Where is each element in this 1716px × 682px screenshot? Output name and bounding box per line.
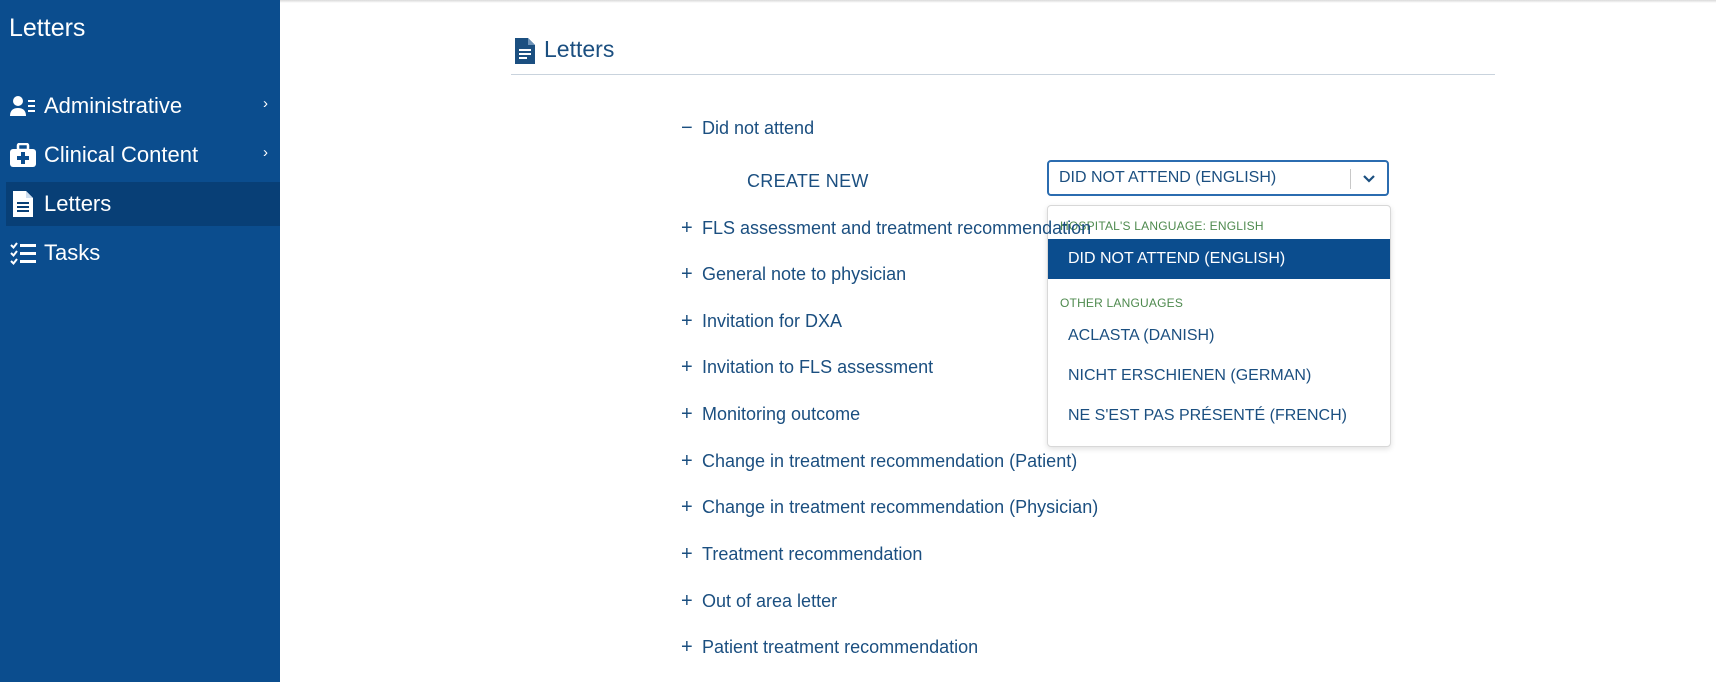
letter-group[interactable]: + Change in treatment recommendation (Ph… bbox=[681, 494, 1098, 520]
expand-toggle[interactable]: + bbox=[681, 217, 701, 240]
expand-toggle[interactable]: + bbox=[681, 543, 701, 566]
checklist-icon bbox=[10, 240, 36, 266]
app-title: Letters bbox=[9, 14, 86, 42]
letter-group[interactable]: + Treatment recommendation bbox=[681, 541, 922, 567]
letter-group-label: Out of area letter bbox=[702, 590, 838, 611]
language-template-select[interactable]: DID NOT ATTEND (ENGLISH) bbox=[1047, 160, 1389, 196]
dropdown-option[interactable]: DID NOT ATTEND (ENGLISH) bbox=[1048, 239, 1390, 279]
page-header: Letters bbox=[511, 32, 1495, 75]
expand-toggle[interactable]: + bbox=[681, 310, 701, 333]
document-icon bbox=[515, 38, 535, 69]
letter-group[interactable]: + Invitation to FLS assessment bbox=[681, 354, 933, 380]
sidebar-item-administrative[interactable]: Administrative › bbox=[0, 84, 280, 128]
sidebar-item-label: Clinical Content bbox=[44, 142, 199, 167]
letter-group[interactable]: + Patient treatment recommendation bbox=[681, 634, 978, 660]
letter-group[interactable]: + Monitoring outcome bbox=[681, 401, 860, 427]
dropdown-option[interactable]: NICHT ERSCHIENEN (GERMAN) bbox=[1048, 356, 1390, 396]
letter-group-label: Monitoring outcome bbox=[702, 403, 861, 424]
sidebar-item-label: Letters bbox=[44, 191, 112, 216]
sidebar-item-tasks[interactable]: Tasks bbox=[0, 231, 280, 275]
dropdown-option[interactable]: ACLASTA (DANISH) bbox=[1048, 316, 1390, 356]
letter-group[interactable]: + Invitation for DXA bbox=[681, 308, 842, 334]
select-separator bbox=[1350, 169, 1351, 189]
expand-toggle[interactable]: + bbox=[681, 590, 701, 613]
expand-toggle[interactable]: + bbox=[681, 356, 701, 379]
page-title: Letters bbox=[544, 36, 615, 62]
expand-toggle[interactable]: + bbox=[681, 636, 701, 659]
expand-toggle[interactable]: + bbox=[681, 263, 701, 286]
create-new-label: CREATE NEW bbox=[747, 171, 869, 191]
user-admin-icon bbox=[10, 93, 36, 119]
letter-group-label: General note to physician bbox=[702, 263, 907, 284]
sidebar-item-clinical-content[interactable]: Clinical Content › bbox=[0, 133, 280, 177]
letter-group-label: Patient treatment recommendation bbox=[702, 636, 979, 657]
chevron-right-icon: › bbox=[263, 95, 268, 112]
letter-group[interactable]: + FLS assessment and treatment recommend… bbox=[681, 215, 1091, 241]
letter-group-did-not-attend[interactable]: − Did not attend bbox=[681, 115, 814, 141]
letter-group-label: Invitation for DXA bbox=[702, 310, 843, 331]
letter-group-label: FLS assessment and treatment recommendat… bbox=[702, 217, 1092, 238]
dropdown-option[interactable]: NE S'EST PAS PRÉSENTÉ (FRENCH) bbox=[1048, 396, 1390, 436]
collapse-toggle[interactable]: − bbox=[681, 117, 701, 140]
medical-kit-icon bbox=[10, 142, 36, 168]
select-value: DID NOT ATTEND (ENGLISH) bbox=[1059, 169, 1277, 186]
sidebar: Letters Administrative › Clinical Conten… bbox=[0, 0, 280, 682]
sidebar-item-label: Administrative bbox=[44, 93, 183, 118]
letter-group-label: Did not attend bbox=[702, 117, 815, 138]
document-icon bbox=[10, 191, 36, 217]
sidebar-nav: Administrative › Clinical Content › Lett… bbox=[0, 84, 280, 280]
letter-group[interactable]: + Out of area letter bbox=[681, 588, 837, 614]
top-shadow bbox=[280, 0, 1716, 3]
letter-group-label: Treatment recommendation bbox=[702, 543, 923, 564]
expand-toggle[interactable]: + bbox=[681, 496, 701, 519]
dropdown-group-label: OTHER LANGUAGES bbox=[1060, 296, 1184, 310]
letter-group-label: Invitation to FLS assessment bbox=[702, 356, 934, 377]
letter-group-label: Change in treatment recommendation (Pati… bbox=[702, 450, 1078, 471]
language-dropdown-menu: HOSPITAL'S LANGUAGE: ENGLISH DID NOT ATT… bbox=[1047, 205, 1391, 447]
letter-group-label: Change in treatment recommendation (Phys… bbox=[702, 496, 1099, 517]
letter-group[interactable]: + Change in treatment recommendation (Pa… bbox=[681, 448, 1077, 474]
expand-toggle[interactable]: + bbox=[681, 450, 701, 473]
chevron-right-icon: › bbox=[263, 144, 268, 161]
expand-toggle[interactable]: + bbox=[681, 403, 701, 426]
chevron-down-icon[interactable] bbox=[1361, 170, 1377, 191]
sidebar-item-letters[interactable]: Letters bbox=[6, 182, 280, 226]
letter-group[interactable]: + General note to physician bbox=[681, 261, 906, 287]
sidebar-item-label: Tasks bbox=[44, 240, 101, 265]
